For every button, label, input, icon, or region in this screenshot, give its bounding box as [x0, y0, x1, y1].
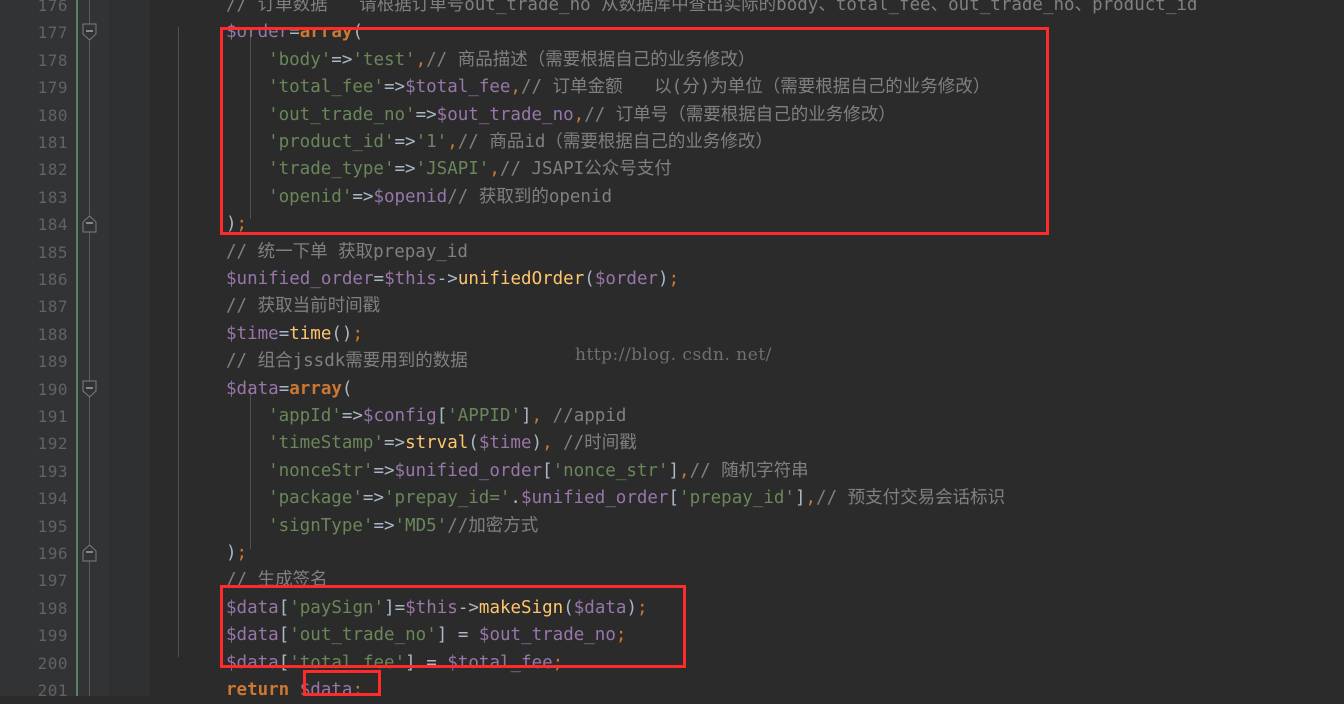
- line-number: 177: [37, 23, 68, 43]
- code-line[interactable]: 'package'=>'prepay_id='.$unified_order['…: [268, 485, 1005, 512]
- line-number: 201: [37, 681, 68, 700]
- code-line[interactable]: $time=time();: [226, 321, 363, 348]
- code-line[interactable]: // 获取当前时间戳: [226, 293, 380, 320]
- line-number: 178: [37, 50, 68, 70]
- fold-collapse-icon[interactable]: [82, 380, 97, 399]
- line-number: 194: [37, 489, 68, 509]
- fold-collapse-end-icon[interactable]: [82, 215, 97, 234]
- line-number: 190: [37, 379, 68, 399]
- code-line[interactable]: 'signType'=>'MD5'//加密方式: [268, 513, 538, 540]
- code-line[interactable]: // 生成签名: [226, 567, 328, 594]
- code-content-area[interactable]: // 订单数据 请根据订单号out_trade_no 从数据库中查出实际的bod…: [150, 0, 1344, 696]
- fold-collapse-icon[interactable]: [82, 23, 97, 42]
- code-line[interactable]: // 订单数据 请根据订单号out_trade_no 从数据库中查出实际的bod…: [226, 0, 1197, 19]
- line-number: 199: [37, 626, 68, 646]
- line-number: 179: [37, 78, 68, 98]
- line-number: 188: [37, 324, 68, 344]
- line-number: 182: [37, 160, 68, 180]
- line-number: 183: [37, 187, 68, 207]
- indent-guide-2: [250, 27, 251, 220]
- code-line[interactable]: 'out_trade_no'=>$out_trade_no,// 订单号（需要根…: [268, 102, 896, 129]
- line-number: 187: [37, 297, 68, 317]
- csdn-blog-watermark: http://blog. csdn. net/: [575, 345, 772, 365]
- line-number: 197: [37, 571, 68, 591]
- code-line[interactable]: $unified_order=$this->unifiedOrder($orde…: [226, 266, 679, 293]
- code-editor-window: 176 177 178 179 180 181 182 183 184 185 186 187 188 1…: [0, 0, 1344, 700]
- code-line[interactable]: 'total_fee'=>$total_fee,// 订单金额 以(分)为单位（…: [268, 74, 990, 101]
- code-folding-rail[interactable]: [89, 0, 90, 696]
- code-line[interactable]: // 组合jssdk需要用到的数据: [226, 348, 468, 375]
- fold-collapse-end-icon[interactable]: [82, 544, 97, 563]
- code-line[interactable]: $data['paySign']=$this->makeSign($data);: [226, 595, 648, 622]
- line-number: 184: [37, 215, 68, 235]
- line-number: 176: [37, 0, 68, 15]
- code-line[interactable]: 'trade_type'=>'JSAPI',// JSAPI公众号支付: [268, 156, 672, 183]
- code-line[interactable]: 'nonceStr'=>$unified_order['nonce_str'],…: [268, 458, 809, 485]
- line-number: 185: [37, 242, 68, 262]
- code-line[interactable]: 'openid'=>$openid// 获取到的openid: [268, 184, 612, 211]
- line-number: 189: [37, 352, 68, 372]
- code-line[interactable]: 'timeStamp'=>strval($time), //时间戳: [268, 430, 637, 457]
- vcs-change-marker[interactable]: [76, 0, 78, 696]
- indent-guide-3: [250, 384, 251, 549]
- code-line[interactable]: // 统一下单 获取prepay_id: [226, 239, 468, 266]
- line-number: 195: [37, 516, 68, 536]
- line-number: 192: [37, 434, 68, 454]
- code-line[interactable]: $order=array(: [226, 19, 363, 46]
- code-line[interactable]: );: [226, 211, 247, 238]
- code-line[interactable]: );: [226, 540, 247, 567]
- code-line[interactable]: return $data;: [226, 677, 363, 696]
- line-number: 193: [37, 461, 68, 481]
- code-line[interactable]: $data['out_trade_no'] = $out_trade_no;: [226, 622, 626, 649]
- line-number: 180: [37, 105, 68, 125]
- code-line[interactable]: 'body'=>'test',// 商品描述（需要根据自己的业务修改）: [268, 47, 755, 74]
- line-number-column: 176 177 178 179 180 181 182 183 184 185 186 187 188 1…: [0, 0, 68, 700]
- code-line[interactable]: $data['total_fee'] = $total_fee;: [226, 650, 563, 677]
- gutter-secondary-strip: [111, 0, 150, 696]
- code-line[interactable]: 'appId'=>$config['APPID'], //appid: [268, 403, 626, 430]
- line-number: 198: [37, 598, 68, 618]
- editor-gutter[interactable]: 176 177 178 179 180 181 182 183 184 185 186 187 188 1…: [0, 0, 150, 700]
- line-number: 200: [37, 653, 68, 673]
- line-number: 186: [37, 270, 68, 289]
- line-number: 196: [37, 544, 68, 563]
- indent-guide-1: [178, 27, 179, 658]
- line-number: 191: [37, 407, 68, 426]
- code-line[interactable]: $data=array(: [226, 376, 352, 403]
- line-number: 181: [37, 133, 68, 152]
- code-line[interactable]: 'product_id'=>'1',// 商品id（需要根据自己的业务修改）: [268, 129, 773, 156]
